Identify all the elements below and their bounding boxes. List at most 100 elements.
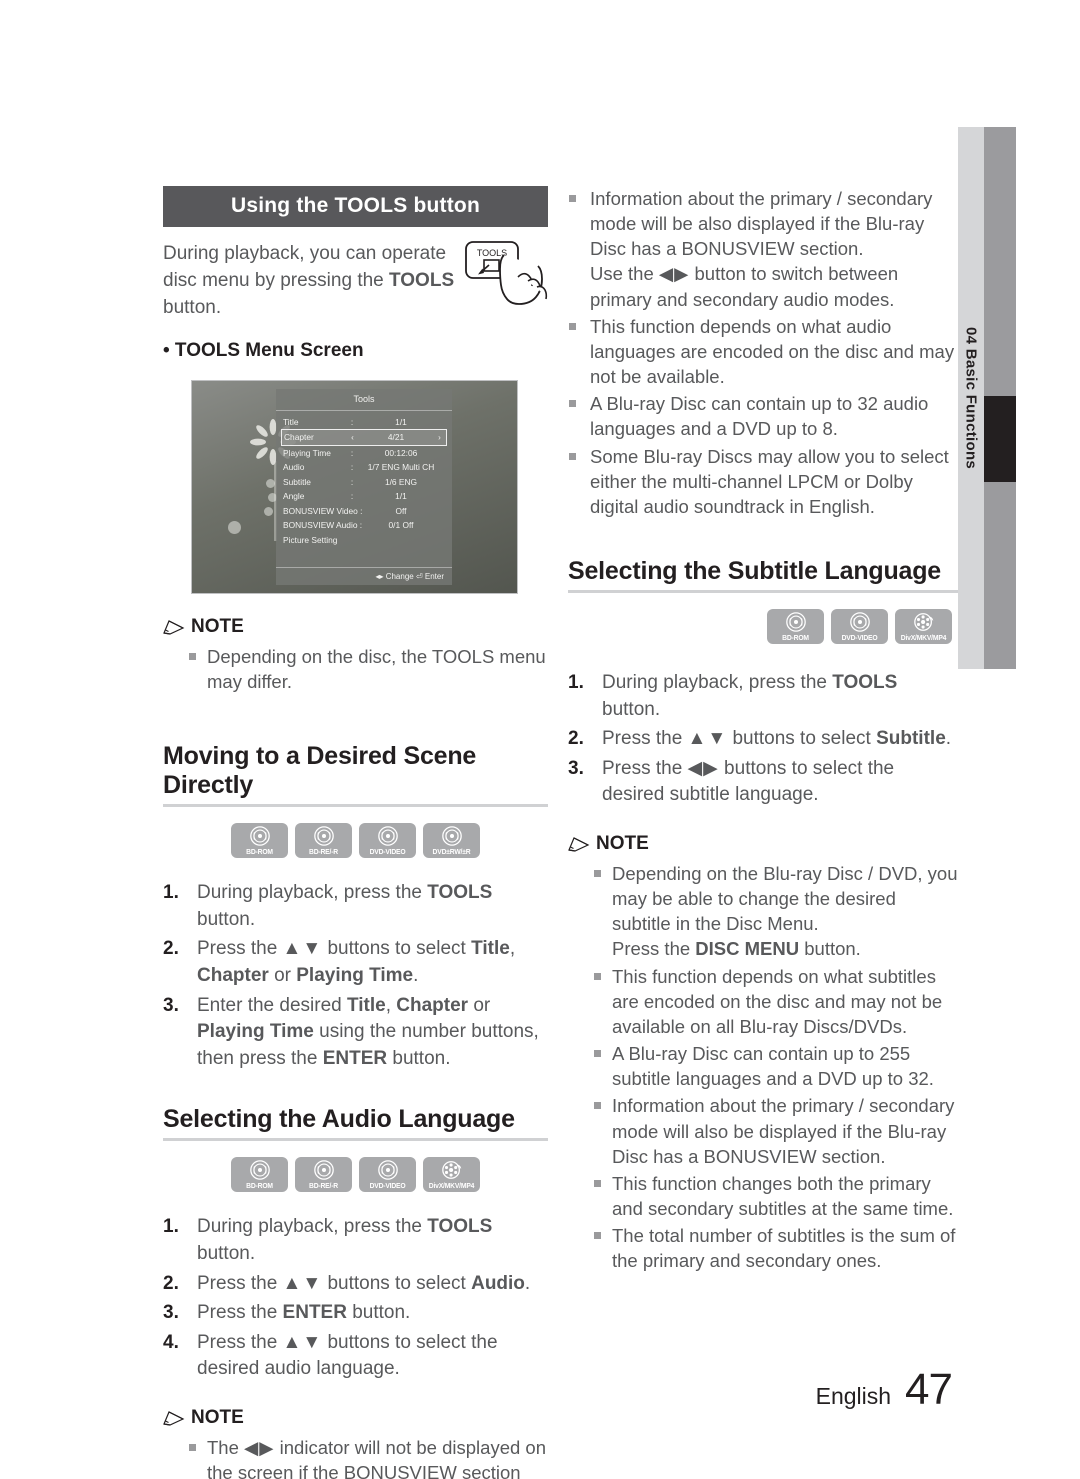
step-number: 3. (568, 757, 584, 779)
osd-row-angle[interactable]: Angle : 1/1 (283, 489, 445, 504)
step-text: Enter the desired Title, Chapter or Play… (197, 994, 539, 1069)
disc-icon-label: DVD-VIDEO (841, 633, 878, 643)
osd-row-bonusview-video[interactable]: BONUSVIEW Video : Off (283, 504, 445, 519)
tools-intro-bold: TOOLS (389, 269, 455, 291)
disc-icon-dvd-rw-r: DVD±RW/±R (423, 823, 480, 859)
tools-menu-screen-label: • TOOLS Menu Screen (163, 339, 364, 361)
disc-glyph-icon (377, 1160, 398, 1181)
osd-value: 1/7 ENG Multi CH (367, 462, 435, 473)
step-text: Press the ENTER button. (197, 1302, 411, 1324)
footer-page-number: 47 (905, 1365, 953, 1414)
note-list-2: The ◀▶ indicator will not be displayed o… (163, 1435, 548, 1479)
disc-icon-dvd-video: DVD-VIDEO (359, 1157, 416, 1193)
osd-row-bonusview-audio[interactable]: BONUSVIEW Audio : 0/1 Off (283, 518, 445, 533)
note-heading-1-label: NOTE (191, 615, 244, 637)
steps-moving-scene: 1. During playback, press the TOOLS butt… (163, 880, 548, 1072)
page-footer: English 47 (816, 1365, 953, 1415)
divx-film-icon (913, 613, 933, 631)
osd-row-title[interactable]: Title : 1/1 (283, 415, 445, 430)
section-heading-subtitle-language: Selecting the Subtitle Language (568, 557, 958, 594)
disc-glyph-icon (313, 826, 334, 847)
chevron-right-icon[interactable]: › (435, 433, 444, 442)
disc-icon-bd-rom: BD-ROM (231, 1157, 288, 1193)
note-item: This function depends on what audio lang… (568, 314, 958, 389)
osd-colon: : (350, 491, 354, 502)
step-item: 4. Press the ▲▼ buttons to select the de… (163, 1330, 548, 1383)
disc-icon-row-scene: BD-ROM BD-RE/-R DVD-VIDEO DVD±RW/±R (163, 823, 548, 859)
osd-row-playing-time[interactable]: Playing Time : 00:12:06 (283, 446, 445, 461)
disc-icon-dvd-video: DVD-VIDEO (831, 609, 888, 645)
disc-icon-bd-rom: BD-ROM (767, 609, 824, 645)
chapter-index-marker (984, 396, 1016, 482)
osd-label: Title (283, 416, 299, 427)
osd-value: 0/1 Off (388, 520, 414, 531)
step-number: 2. (163, 1272, 179, 1294)
step-number: 1. (163, 882, 179, 904)
disc-icon-divx-mkv-mp4: DivX/MKV/MP4 (423, 1157, 480, 1193)
step-item: 1. During playback, press the TOOLS butt… (163, 880, 548, 933)
disc-glyph-icon (377, 826, 398, 847)
steps-audio-language: 1. During playback, press the TOOLS butt… (163, 1214, 548, 1383)
osd-label: Audio (283, 462, 305, 473)
pencil-icon (163, 1411, 185, 1426)
disc-icon-label: BD-ROM (782, 633, 809, 643)
step-item: 3. Press the ◀▶ buttons to select the de… (568, 756, 958, 809)
step-text: Press the ▲▼ buttons to select the desir… (197, 1331, 498, 1380)
osd-colon: : (350, 447, 354, 458)
step-text: Press the ▲▼ buttons to select Audio. (197, 1272, 531, 1294)
step-text: Press the ▲▼ buttons to select Subtitle. (602, 728, 952, 750)
step-number: 3. (163, 1302, 179, 1324)
disc-icon-label: BD-ROM (246, 1181, 273, 1191)
tools-intro-row: During playback, you can operate disc me… (163, 241, 548, 322)
bud-3 (264, 506, 273, 516)
step-item: 3. Press the ENTER button. (163, 1300, 548, 1327)
step-item: 3. Enter the desired Title, Chapter or P… (163, 993, 548, 1073)
osd-label: BONUSVIEW Video : (283, 505, 363, 516)
disc-icon-label: BD-RE/-R (309, 847, 338, 857)
osd-row-picture-setting[interactable]: Picture Setting (283, 533, 445, 548)
note-item: Depending on the disc, the TOOLS menu ma… (187, 644, 548, 694)
osd-value: 00:12:06 (384, 447, 418, 458)
note-heading-2: NOTE (163, 1407, 548, 1429)
osd-value: Off (395, 505, 407, 516)
osd-row-subtitle[interactable]: Subtitle : 1/6 ENG (283, 475, 445, 490)
osd-label: Subtitle (283, 476, 311, 487)
manual-page: 04 Basic Functions Using the TOOLS butto… (0, 0, 1080, 1479)
step-number: 1. (163, 1216, 179, 1238)
disc-icon-bd-re-r: BD-RE/-R (295, 823, 352, 859)
step-item: 1. During playback, press the TOOLS butt… (568, 670, 958, 723)
osd-row-audio[interactable]: Audio : 1/7 ENG Multi CH (283, 460, 445, 475)
step-item: 2. Press the ▲▼ buttons to select Audio. (163, 1271, 548, 1298)
divx-film-icon (441, 1161, 461, 1180)
chevron-left-icon[interactable]: ‹ (348, 433, 357, 442)
section-heading-moving-scene: Moving to a Desired Scene Directly (163, 742, 548, 808)
note-item: The ◀▶ indicator will not be displayed o… (187, 1435, 548, 1479)
step-number: 1. (568, 672, 584, 694)
disc-icon-row-audio: BD-ROM BD-RE/-R DVD-VIDEO DivX/MKV/MP4 (163, 1157, 548, 1193)
step-number: 2. (163, 938, 179, 960)
chapter-tab-label: 04 Basic Functions (962, 326, 980, 470)
section-heading-audio-language: Selecting the Audio Language (163, 1105, 548, 1142)
osd-value: 1/1 (395, 416, 407, 427)
section-heading-using-tools: Using the TOOLS button (163, 186, 548, 227)
osd-label: BONUSVIEW Audio : (283, 520, 363, 531)
disc-glyph-icon (249, 1160, 270, 1181)
step-item: 2. Press the ▲▼ buttons to select Title,… (163, 936, 548, 989)
disc-icon-label: DivX/MKV/MP4 (900, 633, 947, 643)
osd-colon: : (350, 476, 354, 487)
note-item: The total number of subtitles is the sum… (592, 1223, 958, 1273)
disc-icon-label: DVD-VIDEO (369, 847, 406, 857)
osd-footer-hints: ◂▸ Change ⏎ Enter (276, 566, 452, 581)
disc-icon-row-subtitle: BD-ROM DVD-VIDEO DivX/MKV/MP4 (568, 609, 958, 645)
osd-row-chapter-selected[interactable]: Chapter ‹ 4/21 › (281, 429, 447, 446)
step-item: 1. During playback, press the TOOLS butt… (163, 1214, 548, 1267)
step-text: During playback, press the TOOLS button. (197, 882, 493, 930)
pencil-icon (163, 620, 185, 635)
steps-subtitle-language: 1. During playback, press the TOOLS butt… (568, 670, 958, 809)
chapter-tab: 04 Basic Functions (958, 127, 984, 669)
note-heading-3: NOTE (568, 833, 958, 855)
note-item: This function changes both the primary a… (592, 1171, 958, 1221)
tools-menu-screenshot: Tools Title : 1/1 Chapter ‹ 4/21 › Playi… (191, 379, 518, 594)
disc-icon-label: DivX/MKV/MP4 (428, 1181, 475, 1191)
disc-glyph-icon (785, 612, 806, 632)
